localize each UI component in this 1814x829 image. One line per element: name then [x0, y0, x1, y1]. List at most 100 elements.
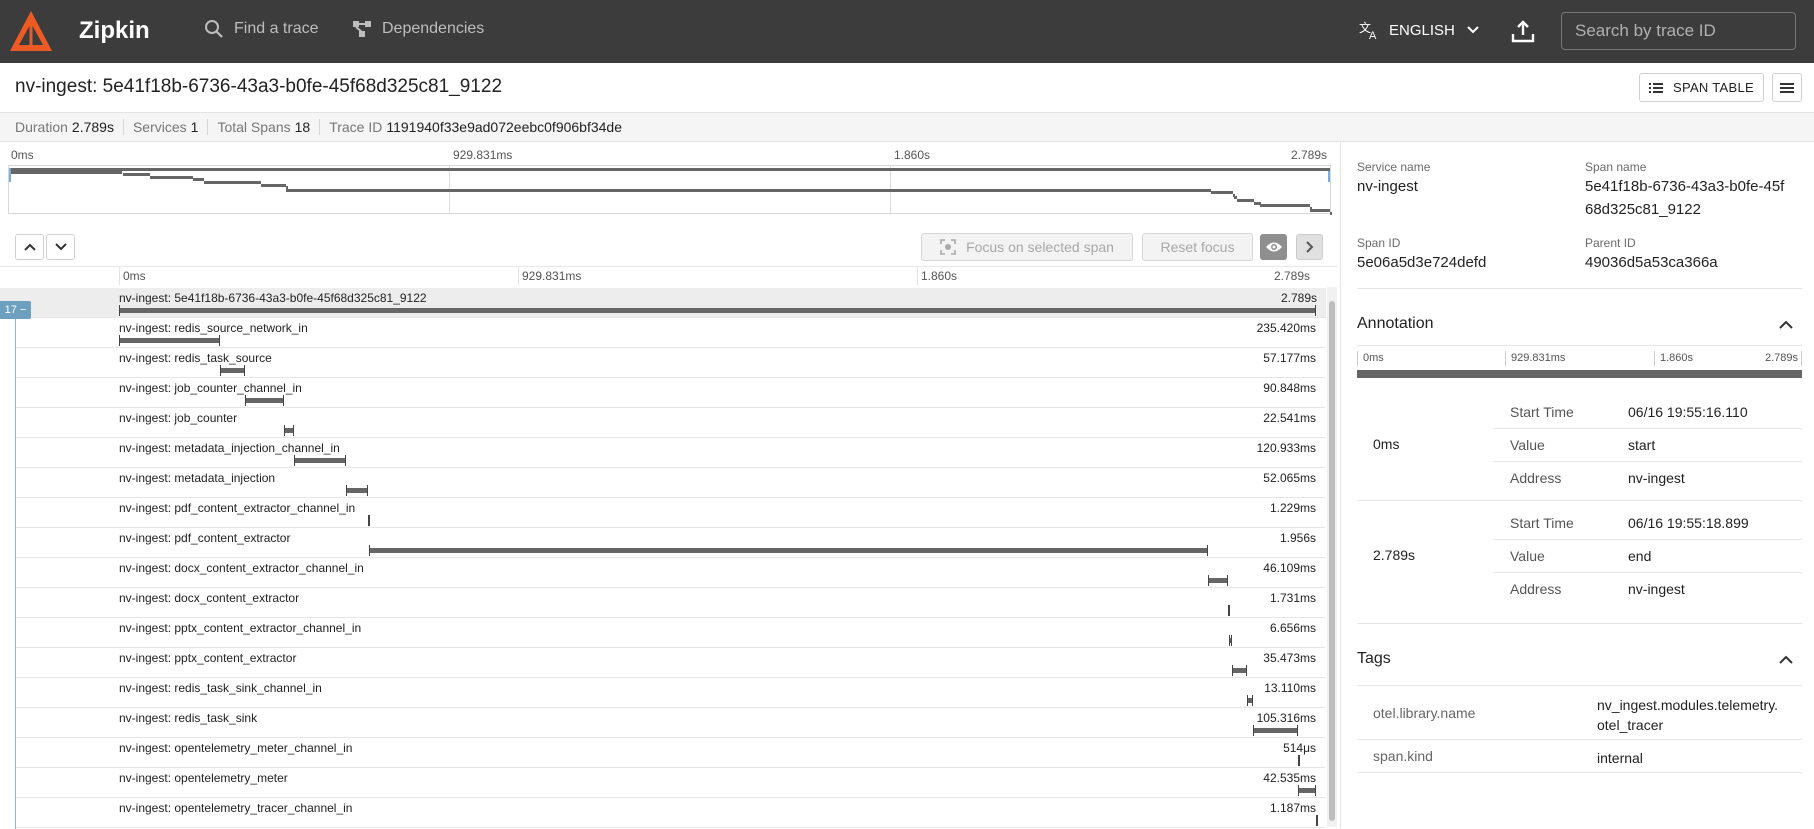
- span-row[interactable]: nv-ingest: job_counter 22.541ms: [15, 408, 1325, 438]
- span-row[interactable]: nv-ingest: opentelemetry_meter 42.535ms: [15, 768, 1325, 798]
- minimap-canvas[interactable]: [8, 165, 1332, 215]
- span-duration: 57.177ms: [1263, 351, 1316, 365]
- focus-selected-span-button[interactable]: Focus on selected span: [921, 233, 1133, 261]
- chevron-up-icon[interactable]: [1779, 655, 1793, 664]
- annotation-start-time: 06/16 19:55:16.110: [1628, 404, 1748, 420]
- span-duration-bar[interactable]: [1231, 665, 1248, 676]
- span-name: nv-ingest: docx_content_extractor_channe…: [119, 561, 364, 575]
- span-duration: 42.535ms: [1263, 771, 1316, 785]
- span-name: nv-ingest: redis_source_network_in: [119, 321, 308, 335]
- list-icon: [1648, 82, 1663, 93]
- span-row[interactable]: nv-ingest: redis_task_sink 105.316ms: [15, 708, 1325, 738]
- minimap-span-bar: [1237, 199, 1255, 203]
- span-row[interactable]: nv-ingest: opentelemetry_tracer_channel_…: [15, 798, 1325, 828]
- tree-line: [15, 319, 16, 829]
- timeline-tick: 1.860s: [921, 269, 958, 283]
- span-duration: 1.229ms: [1269, 501, 1316, 515]
- zipkin-logo-icon[interactable]: [8, 9, 54, 55]
- scrollbar-thumb[interactable]: [1329, 301, 1335, 821]
- expand-down-button[interactable]: [46, 234, 75, 260]
- collapse-children-badge[interactable]: 17 −: [0, 301, 31, 319]
- span-duration-bar[interactable]: [119, 335, 221, 346]
- annotation-time: 0ms: [1373, 436, 1400, 452]
- span-duration-bar[interactable]: [368, 515, 371, 526]
- span-name: nv-ingest: pdf_content_extractor_channel…: [119, 501, 356, 515]
- span-row[interactable]: nv-ingest: opentelemetry_meter_channel_i…: [15, 738, 1325, 768]
- focus-selected-span-label: Focus on selected span: [966, 239, 1114, 255]
- span-duration-bar[interactable]: [1208, 575, 1229, 586]
- span-row[interactable]: nv-ingest: docx_content_extractor_channe…: [15, 558, 1325, 588]
- menu-button[interactable]: [1772, 73, 1802, 102]
- span-row[interactable]: nv-ingest: redis_task_source 57.177ms: [15, 348, 1325, 378]
- timeline-scrollbar[interactable]: [1327, 287, 1337, 827]
- detail-panel-toggle[interactable]: [1296, 234, 1323, 260]
- span-duration: 235.420ms: [1256, 321, 1316, 335]
- span-duration-bar[interactable]: [368, 545, 1209, 556]
- span-name-value: 5e41f18b-6736-43a3-b0fe-45f68d325c81_912…: [1585, 178, 1785, 218]
- span-duration-bar[interactable]: [1252, 725, 1299, 736]
- span-row[interactable]: nv-ingest: job_counter_channel_in 90.848m…: [15, 378, 1325, 408]
- annotation-address-label: Address: [1510, 470, 1562, 486]
- minimap-span-bar: [122, 173, 150, 177]
- stat-duration: Duration 2.789s: [15, 119, 124, 135]
- upload-icon[interactable]: [1510, 18, 1536, 44]
- span-row[interactable]: nv-ingest: pdf_content_extractor_channel…: [15, 498, 1325, 528]
- tags-section-title[interactable]: Tags: [1357, 650, 1391, 668]
- svg-text:A: A: [1369, 30, 1377, 40]
- span-duration: 1.187ms: [1269, 801, 1316, 815]
- span-table-button[interactable]: SPAN TABLE: [1639, 73, 1764, 102]
- chevron-up-icon[interactable]: [1779, 320, 1793, 329]
- minimap-span-bar: [11, 168, 1330, 171]
- span-id-value: 5e06a5d3e724defd: [1357, 254, 1487, 271]
- span-row[interactable]: nv-ingest: pdf_content_extractor 1.956s: [15, 528, 1325, 558]
- span-duration-bar[interactable]: [294, 455, 346, 466]
- show-annotations-toggle[interactable]: [1260, 234, 1287, 260]
- annotation-tick: 0ms: [1363, 352, 1384, 364]
- span-timeline: 0ms 929.831ms 1.860s 2.789s nv-ingest: 5…: [0, 266, 1338, 829]
- span-row[interactable]: nv-ingest: metadata_injection 52.065ms: [15, 468, 1325, 498]
- minimap-span-bar: [1310, 209, 1331, 213]
- annotation-value: start: [1628, 437, 1656, 453]
- span-duration-bar[interactable]: [1315, 815, 1318, 826]
- trace-minimap[interactable]: 0ms 929.831ms 1.860s 2.789s: [8, 147, 1332, 215]
- span-duration-bar[interactable]: [346, 485, 369, 496]
- span-name: nv-ingest: metadata_injection_channel_in: [119, 441, 340, 455]
- span-row[interactable]: nv-ingest: pptx_content_extractor_channe…: [15, 618, 1325, 648]
- language-selector[interactable]: 文A ENGLISH: [1359, 20, 1487, 40]
- span-duration: 6.656ms: [1269, 621, 1316, 635]
- span-duration-bar[interactable]: [1247, 695, 1253, 706]
- timeline-tick: 0ms: [123, 269, 146, 283]
- span-row[interactable]: nv-ingest: redis_source_network_in 235.42…: [15, 318, 1325, 348]
- minimap-span-bar: [11, 170, 123, 174]
- expand-up-button[interactable]: [15, 234, 44, 260]
- timeline-tick: 2.789s: [1274, 269, 1311, 283]
- trace-id-search-input[interactable]: [1561, 12, 1796, 50]
- span-row[interactable]: nv-ingest: 5e41f18b-6736-43a3-b0fe-45f68…: [0, 288, 1326, 318]
- span-row[interactable]: nv-ingest: redis_task_sink_channel_in 13.…: [15, 678, 1325, 708]
- span-row[interactable]: nv-ingest: pptx_content_extractor 35.473m…: [15, 648, 1325, 678]
- annotation-value-label: Value: [1510, 548, 1545, 564]
- minimap-tick: 2.789s: [1290, 148, 1327, 162]
- nav-dependencies[interactable]: Dependencies: [352, 19, 484, 39]
- span-row[interactable]: nv-ingest: docx_content_extractor 1.731ms: [15, 588, 1325, 618]
- nav-find-trace[interactable]: Find a trace: [204, 19, 318, 39]
- span-duration-bar[interactable]: [1228, 635, 1232, 646]
- annotation-time: 2.789s: [1373, 547, 1416, 563]
- span-duration-bar[interactable]: [119, 305, 1316, 316]
- span-duration-bar[interactable]: [1297, 755, 1300, 766]
- span-duration-bar[interactable]: [1228, 605, 1231, 616]
- minimap-span-bar: [1211, 191, 1234, 195]
- span-duration-bar[interactable]: [220, 365, 245, 376]
- span-duration: 35.473ms: [1263, 651, 1316, 665]
- span-row[interactable]: nv-ingest: metadata_injection_channel_in…: [15, 438, 1325, 468]
- span-duration-bar[interactable]: [1297, 785, 1317, 796]
- minimap-tick: 1.860s: [894, 148, 931, 162]
- annotation-section-title[interactable]: Annotation: [1357, 315, 1434, 333]
- span-duration-bar[interactable]: [284, 425, 294, 436]
- annotation-tick: 1.860s: [1660, 352, 1694, 364]
- span-duration-bar[interactable]: [245, 395, 285, 406]
- reset-focus-button[interactable]: Reset focus: [1142, 233, 1253, 261]
- brand-name[interactable]: Zipkin: [79, 17, 150, 45]
- span-name-label: Span name: [1585, 160, 1647, 174]
- minimap-span-bar: [193, 178, 204, 182]
